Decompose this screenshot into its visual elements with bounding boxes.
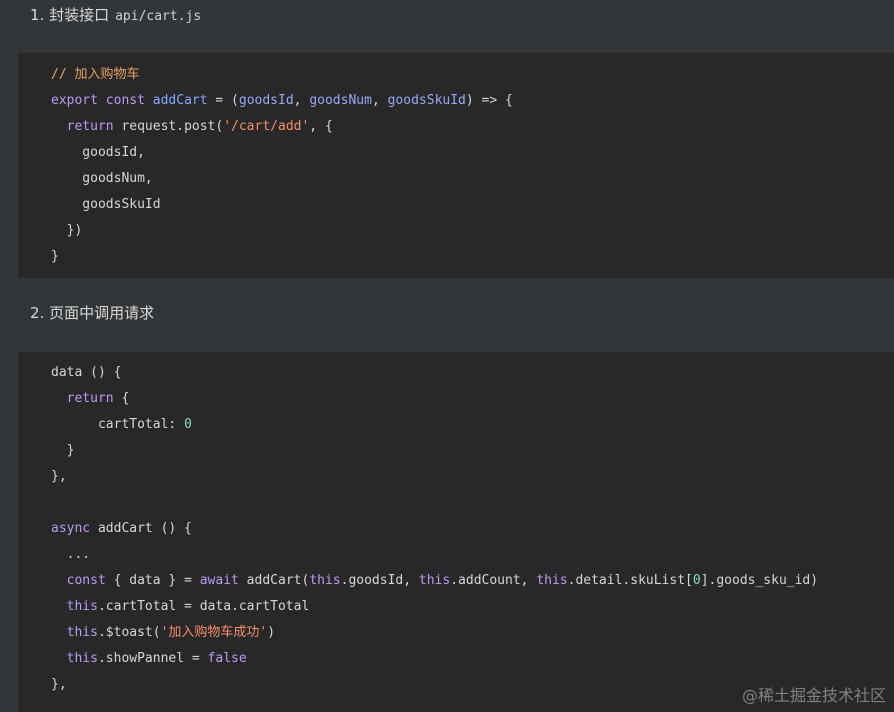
code-line-text: data () {: [51, 365, 122, 380]
code-line: async addCart () {: [51, 516, 192, 542]
code-line: return request.post('/cart/add', {: [51, 114, 333, 140]
code-line-text: },: [51, 677, 67, 692]
code-line-text: this.cartTotal = data.cartTotal: [66, 599, 310, 614]
code-line: export const addCart = (goodsId, goodsNu…: [51, 88, 513, 114]
code-line-text: async addCart () {: [51, 521, 192, 536]
code-line-text: }: [51, 249, 59, 264]
code-line: this.showPannel = false: [51, 646, 247, 672]
code-line-text: },: [51, 469, 67, 484]
code-line-text: goodsSkuId: [51, 197, 161, 212]
code-line: return {: [51, 386, 130, 412]
code-line-text: goodsNum,: [51, 171, 153, 186]
code-line-text: }: [51, 443, 75, 458]
code-line: // 加入购物车: [51, 62, 139, 88]
code-line-text: return request.post('/cart/add', {: [66, 119, 333, 134]
section-heading-2: 2. 页面中调用请求: [30, 303, 154, 323]
section-heading-1: 1. 封装接口 api/cart.js: [30, 5, 201, 27]
code-line-text: // 加入购物车: [51, 67, 140, 82]
code-line: }): [51, 218, 83, 244]
code-line: },: [51, 672, 67, 698]
code-line: goodsId,: [51, 140, 145, 166]
code-line-text: this.showPannel = false: [66, 651, 247, 666]
code-line: ...: [51, 542, 91, 568]
code-line: }: [51, 244, 59, 270]
code-line: },: [51, 464, 67, 490]
code-line: goodsNum,: [51, 166, 153, 192]
code-line-text: export const addCart = (goodsId, goodsNu…: [51, 93, 513, 108]
code-block-api: // 加入购物车 export const addCart = (goodsId…: [18, 53, 894, 278]
code-line: data () {: [51, 360, 121, 386]
code-line: goodsSkuId: [51, 192, 161, 218]
code-line: this.$toast('加入购物车成功'): [51, 620, 275, 646]
code-line-text: this.$toast('加入购物车成功'): [66, 625, 276, 640]
code-line-text: }): [51, 223, 83, 238]
inline-code-filename: api/cart.js: [115, 9, 202, 24]
watermark: @稀土掘金技术社区: [741, 686, 886, 705]
code-line: const { data } = await addCart(this.good…: [51, 568, 818, 594]
code-block-page: data () { return { cartTotal: 0 } }, asy…: [18, 352, 894, 712]
code-line: }: [51, 438, 75, 464]
code-line-text: goodsId,: [51, 145, 145, 160]
code-line-text: cartTotal: 0: [51, 417, 192, 432]
section-heading-2-text: 2. 页面中调用请求: [30, 304, 155, 322]
code-line: cartTotal: 0: [51, 412, 192, 438]
code-line-text: return {: [66, 391, 130, 406]
code-line-text: ...: [51, 547, 91, 562]
code-line-text: const { data } = await addCart(this.good…: [66, 573, 819, 588]
section-heading-1-text: 1. 封装接口: [30, 6, 110, 24]
code-line: this.cartTotal = data.cartTotal: [51, 594, 310, 620]
